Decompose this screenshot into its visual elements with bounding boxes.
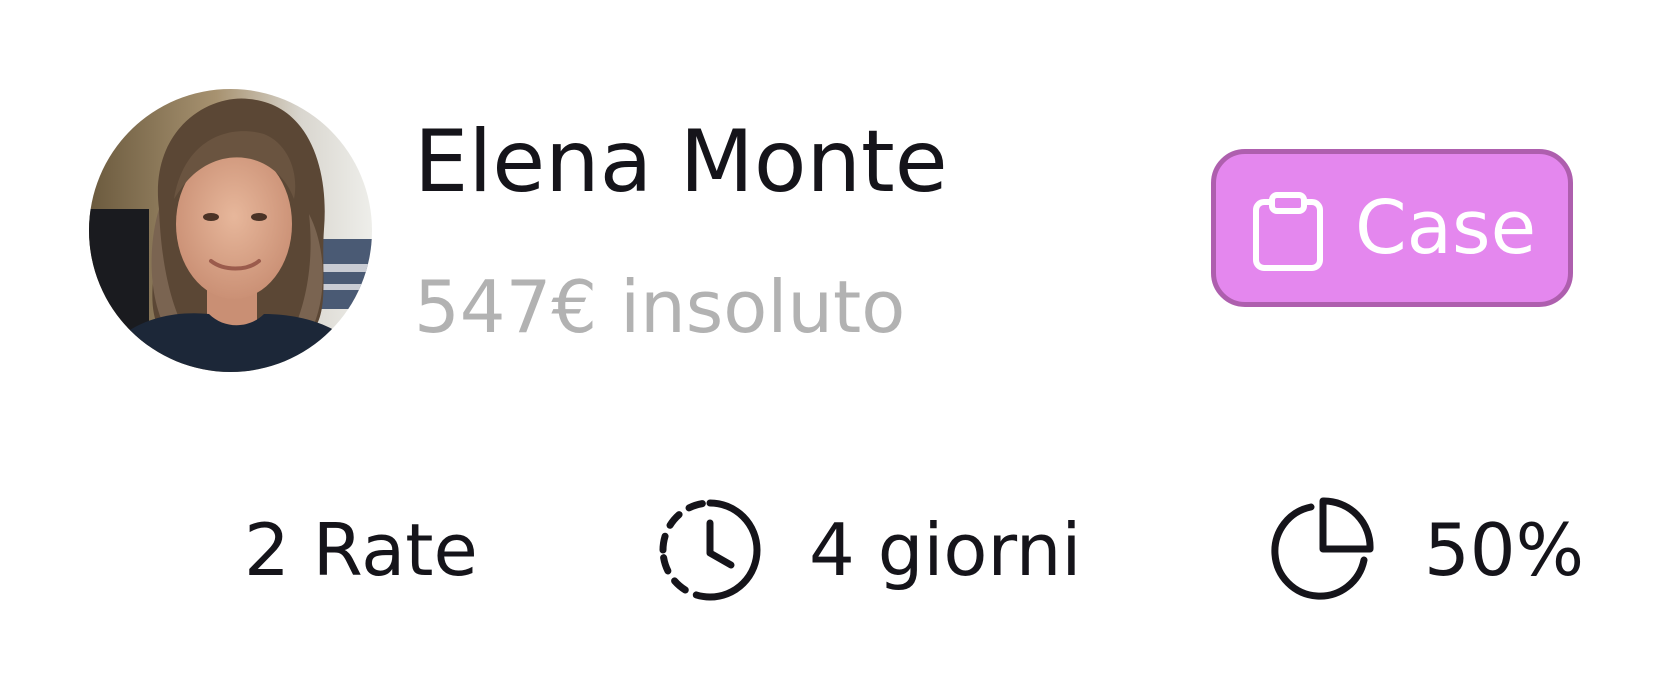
installments-stat: 2 Rate bbox=[244, 495, 478, 605]
clock-dashed-icon bbox=[659, 499, 761, 601]
avatar bbox=[89, 89, 372, 372]
case-button-label: Case bbox=[1355, 185, 1537, 271]
case-button[interactable]: Case bbox=[1211, 149, 1573, 307]
pie-chart-icon bbox=[1271, 497, 1374, 600]
installments-text: 2 Rate bbox=[244, 508, 478, 592]
unpaid-amount: 547€ insoluto bbox=[414, 265, 906, 349]
days-text: 4 giorni bbox=[809, 508, 1082, 592]
percent-text: 50% bbox=[1424, 508, 1585, 592]
percent-stat: 50% bbox=[1268, 495, 1584, 605]
avatar-photo bbox=[89, 89, 372, 372]
days-stat: 4 giorni bbox=[657, 495, 1081, 605]
clipboard-icon bbox=[1253, 192, 1323, 271]
customer-name: Elena Monte bbox=[414, 112, 948, 212]
